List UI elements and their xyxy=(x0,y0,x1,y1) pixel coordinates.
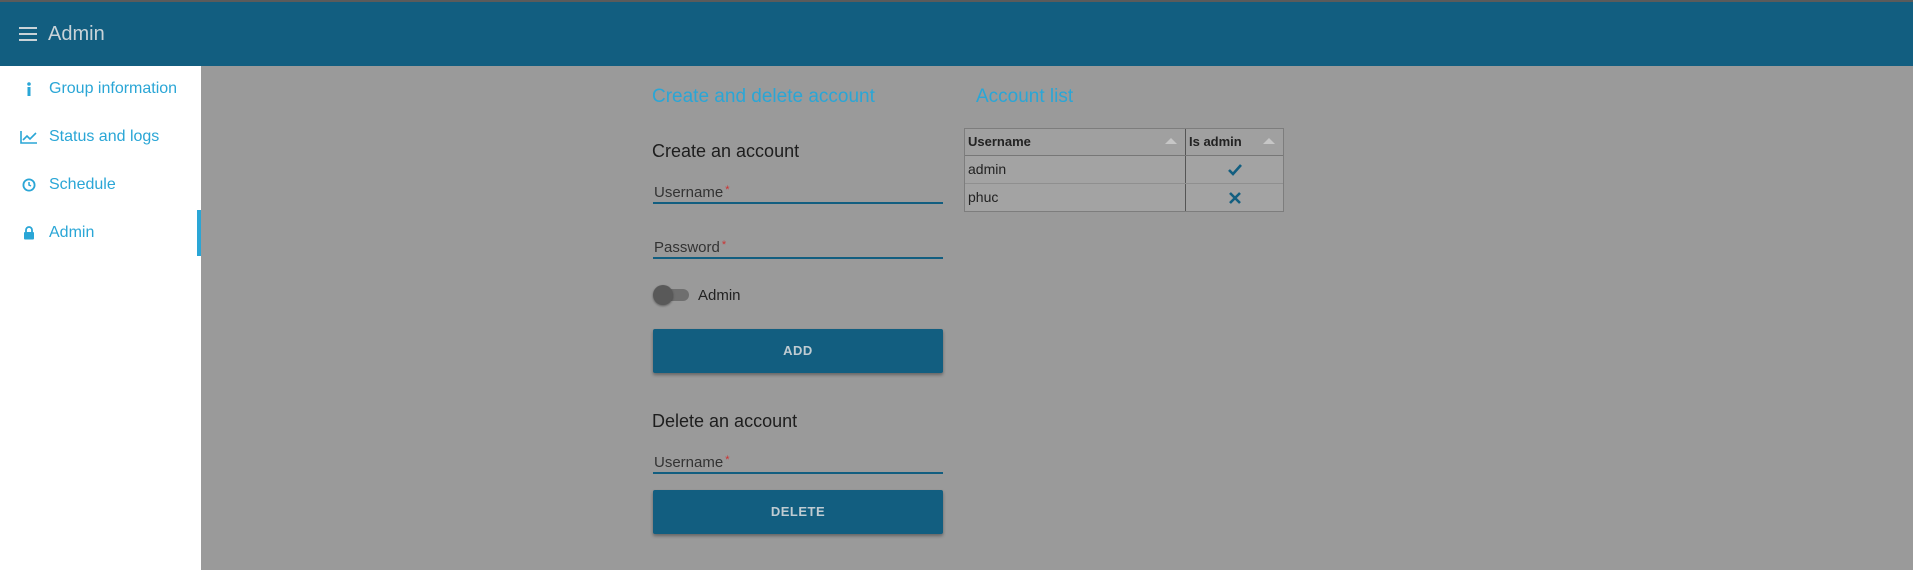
is-admin-cell xyxy=(1186,184,1283,211)
sidebar-item-status-and-logs[interactable]: Status and logs xyxy=(0,114,201,160)
admin-toggle-label: Admin xyxy=(698,287,741,304)
sidebar: Group information Status and logs Schedu… xyxy=(0,66,201,570)
username-cell: admin xyxy=(965,156,1186,183)
delete-username-label: Username xyxy=(654,454,724,471)
cross-icon xyxy=(1228,191,1241,204)
app-title: Admin xyxy=(48,22,105,45)
account-list-title: Account list xyxy=(976,86,1074,107)
sort-arrow-icon xyxy=(1165,138,1177,144)
required-mark: * xyxy=(721,239,727,251)
sort-arrow-icon xyxy=(1263,138,1275,144)
create-delete-title: Create and delete account xyxy=(652,86,875,107)
line-chart-icon xyxy=(20,128,38,146)
create-username-field[interactable]: Username * xyxy=(653,178,943,204)
table-row[interactable]: admin xyxy=(965,156,1283,184)
username-cell: phuc xyxy=(965,184,1186,211)
sidebar-item-label: Status and logs xyxy=(49,128,160,145)
delete-account-title: Delete an account xyxy=(652,411,798,431)
table-row[interactable]: phuc xyxy=(965,184,1283,211)
info-icon xyxy=(20,80,38,98)
table-header: Username Is admin xyxy=(965,129,1283,156)
required-mark: * xyxy=(725,184,730,196)
sidebar-item-admin[interactable]: Admin xyxy=(0,210,201,256)
admin-toggle-thumb xyxy=(653,285,673,305)
account-list-table: Username Is admin admin phuc xyxy=(964,128,1284,212)
clock-icon xyxy=(20,176,38,194)
sidebar-item-schedule[interactable]: Schedule xyxy=(0,162,201,208)
delete-button[interactable]: DELETE xyxy=(653,490,943,534)
column-header-is-admin[interactable]: Is admin xyxy=(1186,129,1283,155)
lock-icon xyxy=(20,224,38,242)
sidebar-item-label: Admin xyxy=(49,224,95,241)
create-account-title: Create an account xyxy=(652,141,800,161)
required-mark: * xyxy=(725,454,730,466)
admin-toggle[interactable] xyxy=(653,285,689,305)
sidebar-item-label: Group information xyxy=(49,80,178,97)
check-icon xyxy=(1227,163,1242,176)
sidebar-item-label: Schedule xyxy=(49,176,116,193)
sidebar-item-group-information[interactable]: Group information xyxy=(0,66,201,112)
create-password-field[interactable]: Password * xyxy=(653,233,943,259)
top-app-bar: Admin xyxy=(0,0,1913,66)
create-password-label: Password xyxy=(654,239,720,256)
is-admin-cell xyxy=(1186,156,1283,183)
hamburger-menu-icon[interactable] xyxy=(19,27,37,41)
add-button[interactable]: ADD xyxy=(653,329,943,373)
column-header-username[interactable]: Username xyxy=(965,129,1186,155)
create-username-label: Username xyxy=(654,184,724,201)
delete-username-field[interactable]: Username * xyxy=(653,448,943,474)
